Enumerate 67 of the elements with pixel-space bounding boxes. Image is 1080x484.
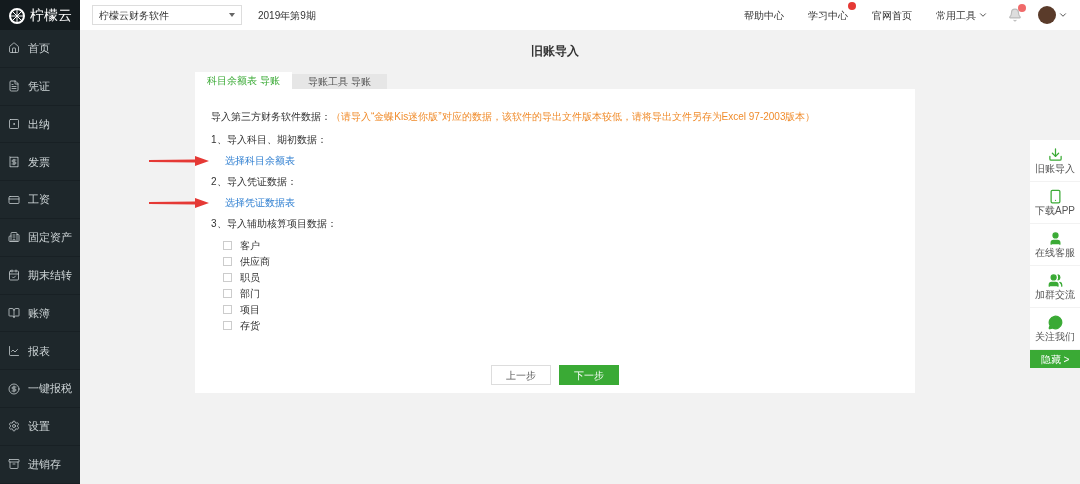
notification-icon[interactable] — [1008, 8, 1022, 22]
sidebar-item[interactable]: 固定资产 — [0, 219, 80, 257]
company-select[interactable]: 柠檬云财务软件 — [92, 5, 242, 25]
receipt-icon — [8, 155, 20, 168]
checkbox-label: 项目 — [240, 302, 260, 317]
chart-icon — [8, 344, 20, 357]
tab[interactable]: 导账工具 导账 — [291, 74, 387, 89]
select-file-link[interactable]: 选择科目余额表 — [225, 153, 295, 168]
checkbox-label: 部门 — [240, 286, 260, 301]
sidebar-item[interactable]: 进销存 — [0, 445, 80, 484]
float-panel-item[interactable]: 下载APP — [1030, 182, 1080, 223]
back-button[interactable]: 上一步 — [491, 365, 551, 385]
period-label: 2019年第9期 — [258, 8, 316, 23]
checkbox-label: 存货 — [240, 318, 260, 333]
sidebar-item[interactable]: 出纳 — [0, 105, 80, 144]
sidebar-item[interactable]: 设置 — [0, 407, 80, 446]
card-icon — [8, 193, 20, 206]
checkbox-label: 客户 — [240, 238, 260, 253]
sidebar-item[interactable]: 发票 — [0, 143, 80, 182]
dropdown-icon — [229, 13, 235, 17]
avatar[interactable] — [1038, 6, 1056, 24]
sidebar-item[interactable]: 凭证 — [0, 67, 80, 106]
checkbox[interactable] — [223, 256, 232, 266]
coin-icon — [8, 382, 20, 395]
lemon-logo-icon — [8, 6, 26, 24]
building-icon — [8, 231, 20, 244]
chevron-icon — [1058, 10, 1068, 20]
sidebar-item[interactable]: 首页 — [0, 30, 80, 68]
book-icon — [8, 306, 20, 319]
document-icon — [8, 80, 20, 93]
sidebar-item[interactable]: 一键报税 — [0, 370, 80, 408]
checkbox-label: 供应商 — [240, 254, 270, 269]
home-icon — [8, 42, 20, 55]
square-icon — [8, 118, 20, 130]
select-file-link[interactable]: 选择凭证数据表 — [225, 195, 295, 210]
intro-text: 导入第三方财务软件数据：（请导入“金蝶Kis迷你版”对应的数据，该软件的导出文件版本较低，请将导出文件另存为Excel 97-2003版本） — [211, 110, 817, 124]
brand-name: 柠檬云 — [30, 5, 72, 25]
float-panel-item[interactable]: 在线客服 — [1030, 224, 1080, 265]
top-link[interactable]: 学习中心 — [808, 7, 848, 23]
sidebar-item[interactable]: 报表 — [0, 332, 80, 371]
step-label: 1、导入科目、期初数据： — [211, 133, 328, 147]
checkbox[interactable] — [223, 304, 232, 314]
archive-icon — [8, 458, 20, 471]
checkbox[interactable] — [223, 272, 232, 282]
checkbox[interactable] — [223, 320, 232, 330]
step-label: 2、导入凭证数据： — [211, 175, 298, 189]
step-label: 3、导入辅助核算项目数据： — [211, 217, 338, 231]
phone-icon — [1047, 189, 1063, 204]
float-panel-item[interactable]: 加群交流 — [1030, 266, 1080, 307]
top-link[interactable]: 官网首页 — [872, 7, 912, 23]
sidebar-item[interactable]: 账簿 — [0, 294, 80, 333]
checkbox-label: 职员 — [240, 270, 260, 285]
checkbox[interactable] — [223, 288, 232, 298]
settings-icon — [8, 420, 20, 433]
checkbox[interactable] — [223, 240, 232, 250]
float-panel-item[interactable]: 旧账导入 — [1030, 140, 1080, 181]
download-icon — [1047, 147, 1063, 162]
group-icon — [1047, 273, 1063, 288]
calendar-icon — [8, 269, 20, 282]
sidebar-item[interactable]: 工资 — [0, 181, 80, 219]
page-title: 旧账导入 — [531, 43, 579, 60]
chat-icon — [1047, 315, 1063, 330]
top-link[interactable]: 帮助中心 — [744, 7, 784, 23]
top-link[interactable]: 常用工具 — [936, 7, 988, 23]
person-icon — [1047, 231, 1063, 246]
sidebar-item[interactable]: 期末结转 — [0, 256, 80, 295]
float-panel-item[interactable]: 关注我们 — [1030, 308, 1080, 349]
